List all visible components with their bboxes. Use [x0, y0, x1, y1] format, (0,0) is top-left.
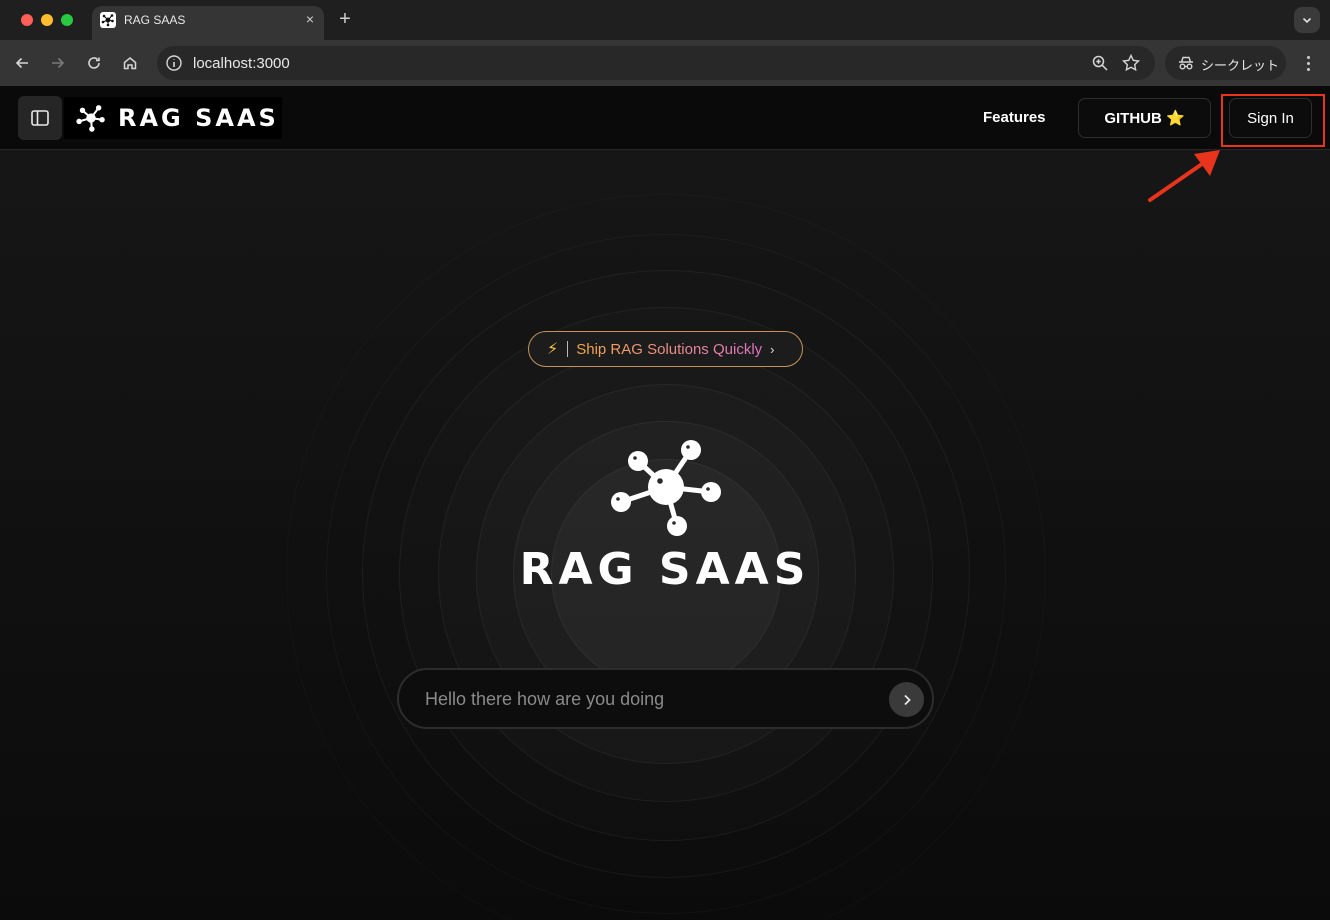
sidebar-toggle-button[interactable] [18, 96, 62, 140]
sidebar-icon [31, 110, 49, 126]
chevron-down-icon [1302, 17, 1312, 24]
arrow-right-icon [52, 57, 65, 69]
molecule-logo-icon [76, 105, 105, 132]
close-window-button[interactable] [21, 14, 33, 26]
incognito-indicator[interactable]: シークレット [1165, 46, 1286, 80]
hero-title: RAG SAAS [519, 544, 811, 595]
browser-tab[interactable]: RAG SAAS × [92, 6, 324, 40]
annotation-highlight-box [1221, 94, 1325, 147]
annotation-arrow-icon [1148, 150, 1220, 202]
badge-text: Ship RAG Solutions Quickly [576, 340, 763, 358]
tab-close-icon[interactable]: × [306, 11, 314, 27]
chevron-right-icon [903, 694, 911, 705]
home-icon [123, 57, 137, 70]
browser-tab-bar: RAG SAAS × + [0, 0, 1330, 40]
nav-link-features[interactable]: Features [983, 109, 1046, 126]
address-bar[interactable]: localhost:3000 [157, 46, 1155, 80]
chat-input-bar [397, 668, 934, 729]
url-text[interactable]: localhost:3000 [193, 55, 290, 72]
browser-menu-button[interactable] [1298, 50, 1318, 76]
send-button[interactable] [889, 682, 924, 717]
site-header: RAG SAAS Features GITHUB ⭐ Sign In [0, 86, 1330, 150]
incognito-label: シークレット [1201, 58, 1280, 73]
lightning-icon: ⚡ [547, 341, 559, 358]
home-button[interactable] [117, 50, 143, 76]
back-button[interactable] [9, 50, 35, 76]
forward-button[interactable] [45, 50, 71, 76]
chat-input[interactable] [425, 686, 865, 712]
announcement-badge[interactable]: ⚡ Ship RAG Solutions Quickly › [528, 331, 803, 367]
reload-icon [88, 57, 100, 69]
new-tab-button[interactable]: + [336, 8, 354, 31]
hero-molecule-icon [611, 440, 721, 536]
chevron-right-icon: › [770, 341, 775, 357]
tab-title: RAG SAAS [124, 13, 186, 27]
incognito-icon [1179, 56, 1193, 70]
page: RAG SAAS Features GITHUB ⭐ Sign In ⚡ Shi… [0, 86, 1330, 920]
arrow-left-icon [15, 57, 28, 69]
maximize-window-button[interactable] [61, 14, 73, 26]
tab-search-button[interactable] [1294, 7, 1320, 33]
brand-name: RAG SAAS [118, 104, 279, 132]
minimize-window-button[interactable] [41, 14, 53, 26]
browser-toolbar: localhost:3000 シークレット [0, 40, 1330, 86]
favicon-icon [100, 12, 116, 28]
github-button[interactable]: GITHUB ⭐ [1078, 98, 1211, 138]
reload-button[interactable] [81, 50, 107, 76]
brand-logo[interactable]: RAG SAAS [64, 97, 282, 139]
zoom-icon[interactable] [1091, 54, 1109, 72]
info-icon[interactable] [165, 54, 183, 72]
bookmark-star-icon[interactable] [1121, 53, 1141, 73]
badge-divider [567, 341, 569, 357]
